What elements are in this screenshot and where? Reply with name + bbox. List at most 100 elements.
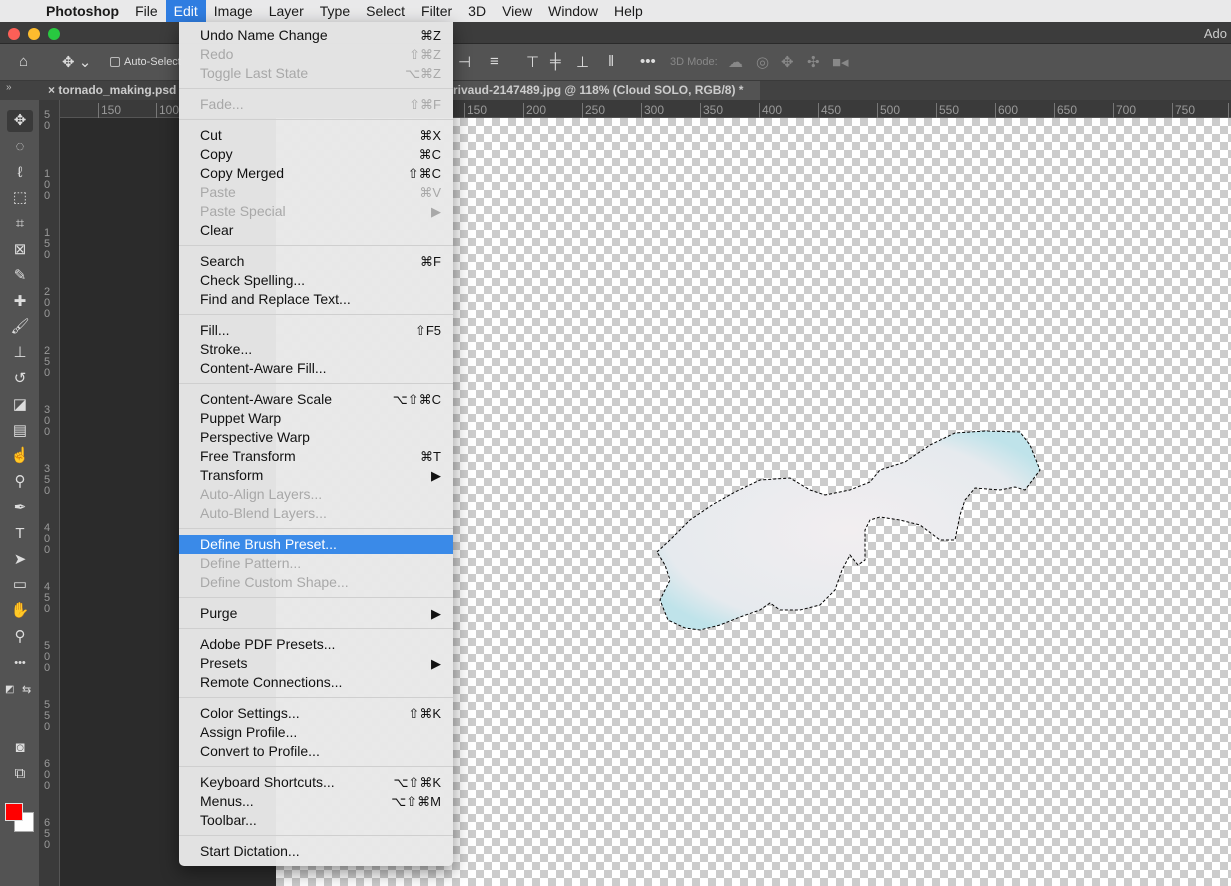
menu-item-label: Cut: [200, 127, 222, 143]
menu-item-perspective-warp[interactable]: Perspective Warp: [179, 428, 453, 447]
menu-item-keyboard-shortcuts[interactable]: Keyboard Shortcuts... ⌥⇧⌘K: [179, 773, 453, 792]
menu-item-label: Purge: [200, 605, 238, 621]
menu-item-label: Transform: [200, 467, 264, 483]
menu-item-presets[interactable]: Presets ▶: [179, 654, 453, 673]
menu-item-label: Content-Aware Scale: [200, 391, 333, 407]
menu-item-menus[interactable]: Menus... ⌥⇧⌘M: [179, 792, 453, 811]
menu-item-assign-profile[interactable]: Assign Profile...: [179, 723, 453, 742]
menu-item-clear[interactable]: Clear: [179, 221, 453, 240]
menu-item-label: Presets: [200, 655, 248, 671]
menu-item-label: Content-Aware Fill...: [200, 360, 327, 376]
menu-item-fade: Fade... ⇧⌘F: [179, 95, 453, 114]
foreground-color-swatch[interactable]: [5, 803, 23, 821]
submenu-arrow-icon: ▶: [431, 606, 441, 621]
menu-item-label: Stroke...: [200, 341, 253, 357]
menu-item-auto-align-layers: Auto-Align Layers...: [179, 485, 453, 504]
menu-item-label: Adobe PDF Presets...: [200, 636, 336, 652]
menu-item-purge[interactable]: Purge ▶: [179, 604, 453, 623]
menu-item-convert-to-profile[interactable]: Convert to Profile...: [179, 742, 453, 761]
menu-item-content-aware-fill[interactable]: Content-Aware Fill...: [179, 359, 453, 378]
menu-item-label: Perspective Warp: [200, 429, 310, 445]
menu-separator: [179, 835, 453, 836]
menu-item-label: Define Brush Preset...: [200, 536, 337, 552]
menu-item-paste: Paste ⌘V: [179, 183, 453, 202]
menu-item-shortcut: ⌘Z: [420, 28, 441, 43]
menu-item-stroke[interactable]: Stroke...: [179, 340, 453, 359]
menu-item-shortcut: ⇧⌘C: [407, 166, 441, 181]
menu-separator: [179, 314, 453, 315]
menu-item-label: Copy Merged: [200, 165, 285, 181]
menu-item-label: Search: [200, 253, 245, 269]
menu-item-transform[interactable]: Transform ▶: [179, 466, 453, 485]
menu-item-shortcut: ⇧F5: [414, 323, 441, 338]
menu-item-label: Free Transform: [200, 448, 296, 464]
edit-menu-dropdown: Undo Name Change ⌘Z Redo ⇧⌘Z Toggle Last Sta…: [179, 22, 453, 866]
menu-item-auto-blend-layers: Auto-Blend Layers...: [179, 504, 453, 523]
menu-item-shortcut: ⌘C: [418, 147, 441, 162]
menu-item-label: Auto-Blend Layers...: [200, 505, 327, 521]
menu-item-shortcut: ⌥⌘Z: [405, 66, 441, 81]
menu-item-shortcut: ⌘X: [419, 128, 441, 143]
menu-item-check-spelling[interactable]: Check Spelling...: [179, 271, 453, 290]
menu-item-label: Paste: [200, 184, 236, 200]
menu-item-shortcut: ⌥⇧⌘K: [393, 775, 441, 790]
menu-item-copy-merged[interactable]: Copy Merged ⇧⌘C: [179, 164, 453, 183]
menu-item-define-pattern: Define Pattern...: [179, 554, 453, 573]
menu-item-start-dictation[interactable]: Start Dictation...: [179, 842, 453, 861]
cloud-layer-shape: [656, 430, 1041, 631]
menu-item-label: Define Custom Shape...: [200, 574, 349, 590]
menu-item-shortcut: ⌘V: [419, 185, 441, 200]
menu-item-shortcut: ⌘F: [420, 254, 441, 269]
menu-item-label: Copy: [200, 146, 233, 162]
menu-item-shortcut: ⌘T: [420, 449, 441, 464]
submenu-arrow-icon: ▶: [431, 656, 441, 671]
menu-item-cut[interactable]: Cut ⌘X: [179, 126, 453, 145]
menu-separator: [179, 245, 453, 246]
menu-item-paste-special: Paste Special ▶: [179, 202, 453, 221]
menu-separator: [179, 119, 453, 120]
menu-item-redo: Redo ⇧⌘Z: [179, 45, 453, 64]
menu-item-label: Color Settings...: [200, 705, 300, 721]
menu-item-label: Undo Name Change: [200, 27, 328, 43]
menu-item-copy[interactable]: Copy ⌘C: [179, 145, 453, 164]
menu-item-label: Fade...: [200, 96, 244, 112]
menu-item-label: Paste Special: [200, 203, 286, 219]
menu-item-find-and-replace-text[interactable]: Find and Replace Text...: [179, 290, 453, 309]
menu-item-free-transform[interactable]: Free Transform ⌘T: [179, 447, 453, 466]
menu-item-label: Menus...: [200, 793, 254, 809]
menu-item-content-aware-scale[interactable]: Content-Aware Scale ⌥⇧⌘C: [179, 390, 453, 409]
menu-item-toolbar[interactable]: Toolbar...: [179, 811, 453, 830]
menu-item-define-brush-preset[interactable]: Define Brush Preset...: [179, 535, 453, 554]
menu-item-label: Fill...: [200, 322, 230, 338]
menu-item-label: Toggle Last State: [200, 65, 309, 81]
menu-separator: [179, 697, 453, 698]
submenu-arrow-icon: ▶: [431, 468, 441, 483]
submenu-arrow-icon: ▶: [431, 204, 441, 219]
menu-separator: [179, 628, 453, 629]
menu-item-define-custom-shape: Define Custom Shape...: [179, 573, 453, 592]
menu-item-fill[interactable]: Fill... ⇧F5: [179, 321, 453, 340]
menu-item-shortcut: ⇧⌘F: [409, 97, 441, 112]
menu-item-label: Toolbar...: [200, 812, 257, 828]
menu-item-shortcut: ⇧⌘Z: [409, 47, 441, 62]
menu-item-label: Find and Replace Text...: [200, 291, 351, 307]
menu-item-label: Remote Connections...: [200, 674, 343, 690]
menu-item-remote-connections[interactable]: Remote Connections...: [179, 673, 453, 692]
menu-item-adobe-pdf-presets[interactable]: Adobe PDF Presets...: [179, 635, 453, 654]
menu-item-toggle-last-state: Toggle Last State ⌥⌘Z: [179, 64, 453, 83]
menu-item-search[interactable]: Search ⌘F: [179, 252, 453, 271]
menu-separator: [179, 766, 453, 767]
menu-item-label: Define Pattern...: [200, 555, 302, 571]
menu-item-shortcut: ⇧⌘K: [408, 706, 441, 721]
menu-item-puppet-warp[interactable]: Puppet Warp: [179, 409, 453, 428]
menu-item-label: Redo: [200, 46, 234, 62]
menu-separator: [179, 383, 453, 384]
menu-item-label: Convert to Profile...: [200, 743, 320, 759]
menu-separator: [179, 597, 453, 598]
menu-separator: [179, 88, 453, 89]
menu-item-undo-name-change[interactable]: Undo Name Change ⌘Z: [179, 26, 453, 45]
menu-separator: [179, 528, 453, 529]
menu-item-color-settings[interactable]: Color Settings... ⇧⌘K: [179, 704, 453, 723]
menu-item-label: Assign Profile...: [200, 724, 298, 740]
menu-item-shortcut: ⌥⇧⌘C: [392, 392, 441, 407]
